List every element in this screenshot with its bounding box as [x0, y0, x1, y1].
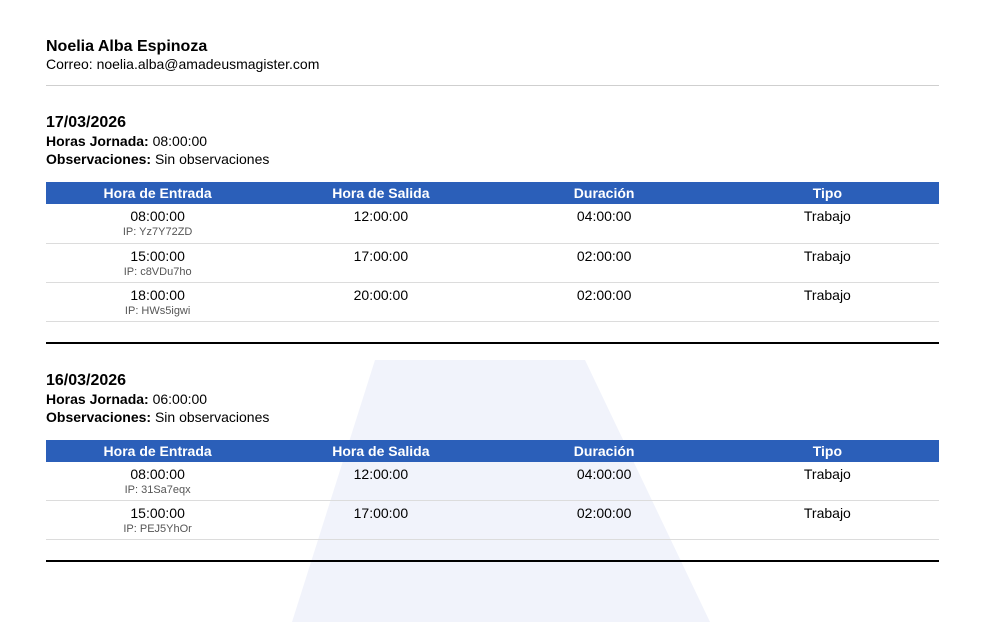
type-cell: Trabajo	[715, 243, 939, 283]
entry-ip: IP: c8VDu7ho	[123, 265, 192, 278]
day-observations: Observaciones: Sin observaciones	[46, 408, 939, 426]
type-cell: Trabajo	[715, 282, 939, 322]
hours-label: Horas Jornada:	[46, 390, 149, 407]
exit-cell: 17:00:00	[269, 243, 493, 283]
hours-value: 06:00:00	[152, 390, 208, 407]
day-block: 16/03/2026 Horas Jornada: 06:00:00 Observa…	[46, 371, 939, 562]
hours-value: 08:00:00	[152, 133, 208, 149]
shifts-table: Hora de Entrada Hora de Salida Duración Tip…	[46, 182, 939, 322]
type-cell: Trabajo	[715, 461, 939, 501]
exit-cell: 12:00:00	[269, 204, 493, 244]
column-header: Hora de Salida	[269, 439, 493, 462]
entry-ip: IP: HWs5igwi	[124, 304, 191, 317]
duration-cell: 02:00:00	[492, 243, 716, 283]
day-hours: Horas Jornada: 08:00:00	[46, 132, 939, 150]
entry-cell: 18:00:00 IP: HWs5igwi	[46, 282, 270, 322]
table-row: 18:00:00 IP: HWs5igwi 20:00:00 02:00:00 Trab…	[46, 282, 939, 322]
day-date: 17/03/2026	[46, 114, 127, 131]
exit-cell: 12:00:00	[269, 461, 493, 501]
entry-ip: IP: 31Sa7eqx	[124, 483, 191, 496]
table-row: 08:00:00 IP: Yz7Y72ZD 12:00:00 04:00:00 Trab…	[46, 204, 939, 244]
report: Noelia Alba Espinoza Correo: noelia.alba…	[46, 37, 939, 562]
person-name: Noelia Alba Espinoza	[46, 38, 208, 55]
table-header-row: Hora de Entrada Hora de Salida Duración Tip…	[46, 182, 939, 204]
column-header: Hora de Entrada	[46, 182, 270, 204]
entry-time: 15:00:00	[130, 247, 185, 264]
day-observations: Observaciones: Sin observaciones	[46, 150, 939, 168]
entry-time: 15:00:00	[130, 505, 185, 521]
day-divider	[46, 341, 939, 344]
email-value: noelia.alba@amadeusmagister.com	[96, 56, 320, 72]
observations-label: Observaciones:	[46, 408, 152, 425]
day-block: 17/03/2026 Horas Jornada: 08:00:00 Observa…	[46, 113, 939, 344]
header-divider	[46, 85, 939, 86]
column-header: Hora de Entrada	[46, 439, 270, 462]
entry-cell: 08:00:00 IP: 31Sa7eqx	[46, 461, 270, 501]
entry-cell: 08:00:00 IP: Yz7Y72ZD	[46, 204, 270, 244]
shifts-table: Hora de Entrada Hora de Salida Duración Tip…	[46, 439, 939, 540]
column-header: Tipo	[715, 439, 939, 462]
entry-cell: 15:00:00 IP: c8VDu7ho	[46, 243, 270, 283]
email-label: Correo:	[46, 56, 93, 72]
column-header: Hora de Salida	[269, 182, 493, 204]
column-header: Tipo	[715, 182, 939, 204]
person-email: Correo: noelia.alba@amadeusmagister.com	[46, 56, 939, 73]
observations-value: Sin observaciones	[154, 408, 270, 425]
hours-label: Horas Jornada:	[46, 133, 149, 149]
day-divider	[46, 560, 939, 562]
exit-cell: 20:00:00	[269, 282, 493, 322]
exit-cell: 17:00:00	[269, 500, 493, 540]
entry-ip: IP: PEJ5YhOr	[123, 523, 192, 535]
duration-cell: 02:00:00	[492, 500, 716, 540]
table-row: 15:00:00 IP: PEJ5YhOr 17:00:00 02:00:00 Trab…	[46, 500, 939, 540]
column-header: Duración	[492, 182, 716, 204]
table-row: 15:00:00 IP: c8VDu7ho 17:00:00 02:00:00 Trab…	[46, 243, 939, 283]
table-row: 08:00:00 IP: 31Sa7eqx 12:00:00 04:00:00 Trab…	[46, 461, 939, 501]
day-hours: Horas Jornada: 06:00:00	[46, 390, 939, 408]
person-header: Noelia Alba Espinoza Correo: noelia.alba…	[46, 37, 939, 73]
entry-time: 08:00:00	[130, 208, 185, 224]
entry-time: 18:00:00	[130, 286, 185, 303]
column-header: Duración	[492, 439, 716, 462]
entry-cell: 15:00:00 IP: PEJ5YhOr	[46, 500, 270, 540]
entry-ip: IP: Yz7Y72ZD	[122, 226, 193, 238]
type-cell: Trabajo	[715, 204, 939, 244]
days-list: 17/03/2026 Horas Jornada: 08:00:00 Observa…	[46, 113, 939, 562]
type-cell: Trabajo	[715, 500, 939, 540]
duration-cell: 04:00:00	[492, 461, 716, 501]
observations-label: Observaciones:	[46, 151, 152, 167]
day-date: 16/03/2026	[46, 371, 127, 389]
observations-value: Sin observaciones	[154, 151, 270, 167]
duration-cell: 04:00:00	[492, 204, 716, 244]
duration-cell: 02:00:00	[492, 282, 716, 322]
table-header-row: Hora de Entrada Hora de Salida Duración Tip…	[46, 439, 939, 462]
entry-time: 08:00:00	[130, 465, 185, 482]
